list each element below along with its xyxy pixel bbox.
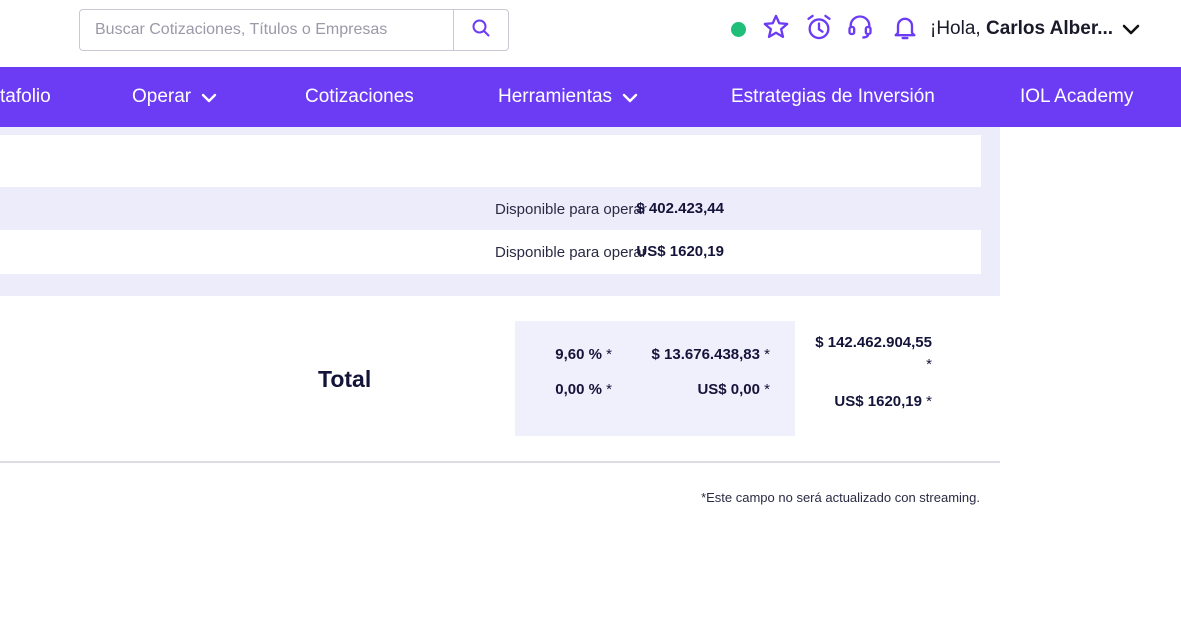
- balance-row-usd: Disponible para operar US$ 1620,19: [0, 230, 981, 274]
- nav-portafolio[interactable]: tafolio: [0, 67, 51, 127]
- nav-operar[interactable]: Operar: [132, 67, 217, 127]
- notifications-button[interactable]: [890, 13, 920, 45]
- status-online-indicator: [731, 22, 746, 37]
- nav-label: IOL Academy: [1020, 86, 1134, 107]
- alarm-clock-icon: [805, 13, 833, 46]
- section-divider: [0, 461, 1000, 463]
- greeting-prefix: ¡Hola,: [930, 18, 981, 39]
- total-percent-ars: 9,60 % *: [555, 346, 612, 363]
- nav-label: Herramientas: [498, 86, 613, 107]
- balance-label: Disponible para operar: [495, 244, 647, 261]
- total-amount-ars: $ 13.676.438,83 *: [651, 346, 770, 363]
- nav-label: Cotizaciones: [305, 86, 414, 107]
- grand-total-ars: $ 142.462.904,55: [815, 334, 932, 351]
- top-header: ¡Hola, Carlos Alber...: [0, 0, 1181, 67]
- search-icon: [471, 18, 491, 43]
- balance-row-ars: Disponible para operar $ 402.423,44: [0, 187, 981, 230]
- grand-total-ars-asterisk: *: [926, 356, 932, 373]
- nav-cotizaciones[interactable]: Cotizaciones: [305, 67, 414, 127]
- search-bar: [79, 9, 509, 51]
- balance-amount: $ 402.423,44: [636, 200, 724, 217]
- support-button[interactable]: [845, 13, 875, 45]
- total-amount-usd: US$ 0,00 *: [697, 381, 770, 398]
- balance-label: Disponible para operar: [495, 201, 647, 218]
- nav-herramientas[interactable]: Herramientas: [498, 67, 638, 127]
- nav-estrategias[interactable]: Estrategias de Inversión: [731, 67, 935, 127]
- total-label: Total: [318, 366, 372, 392]
- user-name: Carlos Alber...: [985, 18, 1114, 39]
- favorites-button[interactable]: [761, 13, 791, 45]
- streaming-footnote: *Este campo no será actualizado con stre…: [701, 490, 980, 505]
- chevron-down-icon: [201, 88, 217, 110]
- portfolio-page: ¡Hola, Carlos Alber... tafolio Operar Co…: [0, 0, 1181, 619]
- main-nav: tafolio Operar Cotizaciones Herramientas…: [0, 67, 1181, 127]
- nav-label: Estrategias de Inversión: [731, 86, 935, 107]
- nav-iol-academy[interactable]: IOL Academy: [1020, 67, 1133, 127]
- alarms-button[interactable]: [804, 13, 834, 45]
- chevron-down-icon: [1120, 24, 1142, 44]
- total-percent-usd: 0,00 % *: [555, 381, 612, 398]
- user-greeting[interactable]: ¡Hola, Carlos Alber...: [930, 18, 1113, 40]
- balance-amount: US$ 1620,19: [636, 243, 724, 260]
- headset-icon: [846, 13, 874, 46]
- grand-total-usd: US$ 1620,19 *: [834, 393, 932, 410]
- search-input[interactable]: [79, 9, 453, 51]
- nav-label: tafolio: [0, 86, 51, 107]
- search-button[interactable]: [453, 9, 509, 51]
- bell-icon: [891, 13, 919, 46]
- user-menu-toggle[interactable]: [1120, 20, 1142, 40]
- nav-label: Operar: [132, 86, 192, 107]
- chevron-down-icon: [622, 88, 638, 110]
- totals-breakdown: 9,60 % * $ 13.676.438,83 * 0,00 % * US$ …: [515, 321, 795, 436]
- balances-panel-header: [0, 135, 981, 187]
- star-icon: [762, 13, 790, 46]
